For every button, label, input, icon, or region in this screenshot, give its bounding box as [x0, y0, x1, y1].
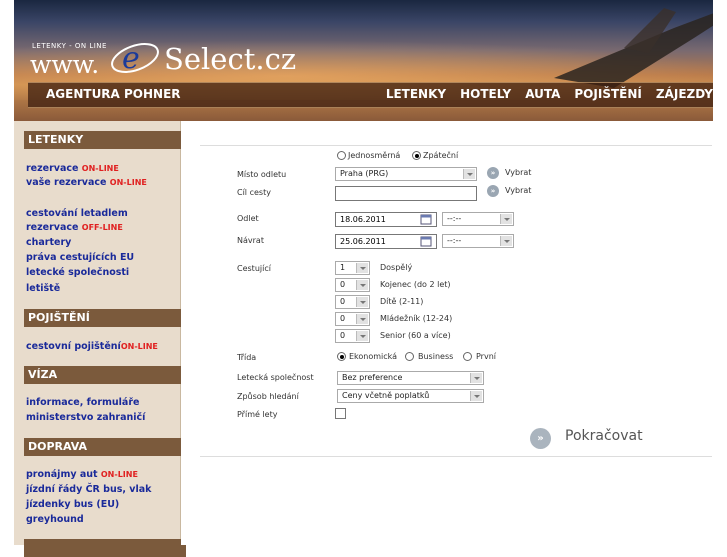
search-mode-label: Způsob hledání [237, 392, 299, 401]
chevron-down-icon [470, 391, 482, 401]
link-pronajmy-aut[interactable]: pronájmy aut ON-LINE [26, 469, 138, 480]
link-cestovni-pojisteni[interactable]: cestovní pojištěníON-LINE [26, 341, 158, 352]
origin-select[interactable]: Praha (PRG) [335, 167, 477, 181]
link-ministerstvo[interactable]: ministerstvo zahraničí [26, 412, 145, 423]
link-informace-formulare[interactable]: informace, formuláře [26, 397, 139, 408]
logo-www: www. [30, 50, 100, 79]
origin-select-link[interactable]: Vybrat [505, 168, 531, 177]
passenger-senior-label: Senior (60 a více) [380, 331, 451, 340]
class-business-radio[interactable] [405, 352, 414, 361]
chevron-down-icon [463, 169, 475, 179]
link-rezervace-online[interactable]: rezervace ON-LINE [26, 163, 119, 174]
passenger-infant-select[interactable]: 0 [335, 278, 370, 292]
origin-select-icon[interactable]: » [487, 167, 499, 179]
passenger-youth-label: Mládežník (12-24) [380, 314, 453, 323]
link-jizdenky-bus[interactable]: jízdenky bus (EU) [26, 499, 119, 510]
calendar-icon[interactable] [420, 235, 432, 247]
calendar-icon[interactable] [420, 213, 432, 225]
search-mode-value: Ceny včetně poplatků [342, 391, 430, 400]
sidebar: LETENKY rezervace ON-LINE vaše rezervace… [14, 121, 186, 557]
nav-letenky[interactable]: LETENKY [386, 87, 446, 101]
airline-select[interactable]: Bez preference [337, 371, 484, 385]
nav-hotely[interactable]: HOTELY [460, 87, 511, 101]
passenger-youth-select[interactable]: 0 [335, 312, 370, 326]
chevron-down-icon [356, 331, 368, 341]
divider-top [200, 145, 712, 146]
section-pojisteni: POJIŠTĚNÍ [24, 309, 186, 327]
trip-one-way-label: Jednosměrná [348, 151, 401, 160]
depart-time-value: --:-- [447, 214, 462, 223]
logo-e-icon: e [111, 41, 159, 76]
link-cestovani-letadlem[interactable]: cestování letadlem [26, 208, 128, 219]
chevron-down-icon [356, 314, 368, 324]
class-label: Třída [237, 353, 257, 362]
destination-select-icon[interactable]: » [487, 185, 499, 197]
depart-time-select[interactable]: --:-- [442, 212, 514, 226]
section-next [24, 539, 186, 557]
class-business-label: Business [418, 352, 454, 361]
link-rezervace-offline[interactable]: rezervace OFF-LINE [26, 222, 123, 233]
section-doprava: DOPRAVA [24, 438, 186, 456]
continue-icon[interactable]: » [530, 428, 551, 449]
link-greyhound[interactable]: greyhound [26, 514, 84, 525]
link-letiste[interactable]: letiště [26, 283, 60, 294]
class-economy-label: Ekonomická [349, 352, 398, 361]
logo-select: Select.cz [164, 42, 297, 76]
chevron-down-icon [470, 373, 482, 383]
trip-return-label: Zpáteční [423, 151, 459, 160]
chevron-down-icon [500, 236, 512, 246]
nav-auta[interactable]: AUTA [525, 87, 560, 101]
search-mode-select[interactable]: Ceny včetně poplatků [337, 389, 484, 403]
airline-value: Bez preference [342, 373, 403, 382]
nav-pojisteni[interactable]: POJIŠTĚNÍ [574, 87, 641, 101]
class-first-radio[interactable] [463, 352, 472, 361]
destination-select-link[interactable]: Vybrat [505, 186, 531, 195]
depart-label: Odlet [237, 214, 259, 223]
airline-label: Letecká společnost [237, 373, 314, 382]
link-letecke-spolecnosti[interactable]: letecké společnosti [26, 267, 129, 278]
destination-input[interactable] [335, 186, 477, 201]
return-time-select[interactable]: --:-- [442, 234, 514, 248]
passenger-child-select[interactable]: 0 [335, 295, 370, 309]
passenger-infant-label: Kojenec (do 2 let) [380, 280, 451, 289]
class-first-label: První [476, 352, 496, 361]
passenger-adult-select[interactable]: 1 [335, 261, 370, 275]
return-time-value: --:-- [447, 236, 462, 245]
svg-text:e: e [122, 41, 140, 76]
passenger-adult-label: Dospělý [380, 263, 413, 272]
chevron-down-icon [356, 297, 368, 307]
link-chartery[interactable]: chartery [26, 237, 71, 248]
agency-name: AGENTURA POHNER [46, 87, 181, 101]
section-viza: VÍZA [24, 366, 186, 384]
direct-flights-checkbox[interactable] [335, 408, 346, 419]
trip-return-radio[interactable] [412, 151, 421, 160]
nav-bar: AGENTURA POHNER LETENKY HOTELY AUTA POJI… [28, 82, 713, 108]
continue-button[interactable]: Pokračovat [565, 428, 643, 444]
direct-flights-label: Přímé lety [237, 410, 278, 419]
link-jizdni-rady[interactable]: jízdní řády ČR bus, vlak [26, 484, 151, 495]
link-prava-cestujicich[interactable]: práva cestujících EU [26, 252, 134, 263]
trip-one-way-radio[interactable] [337, 151, 346, 160]
logo-tagline: LETENKY - ON LINE [32, 42, 107, 50]
origin-label: Místo odletu [237, 170, 287, 179]
return-label: Návrat [237, 236, 264, 245]
destination-label: Cíl cesty [237, 188, 271, 197]
passengers-label: Cestující [237, 264, 271, 273]
main-nav: LETENKY HOTELY AUTA POJIŠTĚNÍ ZÁJEZDY [386, 87, 713, 101]
header-banner: LETENKY - ON LINE www. e Select.cz AGENT… [14, 0, 713, 121]
passenger-child-label: Dítě (2-11) [380, 297, 424, 306]
section-letenky: LETENKY [24, 131, 186, 149]
origin-value: Praha (PRG) [340, 169, 389, 178]
chevron-down-icon [356, 280, 368, 290]
chevron-down-icon [356, 263, 368, 273]
divider-bottom [200, 456, 712, 457]
nav-zajezdy[interactable]: ZÁJEZDY [656, 87, 713, 101]
class-economy-radio[interactable] [337, 352, 346, 361]
link-vase-rezervace[interactable]: vaše rezervace ON-LINE [26, 177, 147, 188]
passenger-senior-select[interactable]: 0 [335, 329, 370, 343]
chevron-down-icon [500, 214, 512, 224]
